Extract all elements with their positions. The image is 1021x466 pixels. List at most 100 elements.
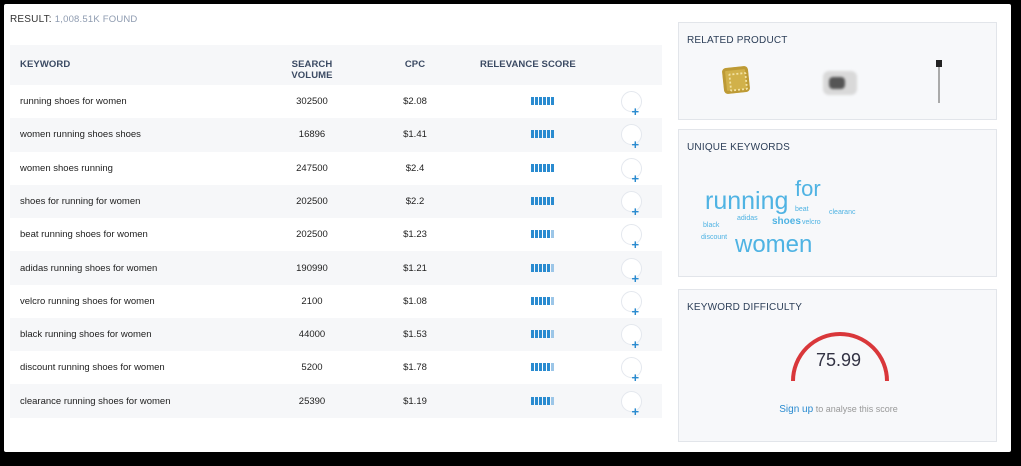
signup-link[interactable]: Sign up [779,404,813,415]
signup-prompt: Sign up to analyse this score [679,404,998,415]
mug-thumbnail[interactable] [823,71,857,95]
relevance-bar [535,296,538,305]
relevance-bar [547,363,550,372]
add-keyword-button[interactable]: + [621,290,642,319]
relevance-bar [531,230,534,239]
relevance-bar [531,130,534,139]
cell-search-volume: 2100 [301,295,323,307]
relevance-bar [539,330,542,339]
cell-keyword: shoes for running for women [20,195,141,207]
relevance-bar [531,263,534,272]
word-shoes: shoes [772,216,801,227]
add-keyword-button[interactable]: + [621,190,642,219]
relevance-bar [543,296,546,305]
relevance-bar [539,163,542,172]
relevance-bar [539,230,542,239]
keyword-difficulty-title: KEYWORD DIFFICULTY [687,302,803,313]
relevance-bar [551,263,554,272]
relevance-bar [547,97,550,105]
cell-keyword: black running shoes for women [20,329,152,341]
add-keyword-button[interactable]: + [621,390,642,419]
relevance-bar [551,196,554,205]
cell-cpc: $1.08 [403,295,427,307]
plus-icon: + [631,403,640,419]
cell-cpc: $2.4 [405,162,425,174]
cell-keyword: adidas running shoes for women [20,262,158,274]
add-keyword-button[interactable]: + [621,224,642,252]
relevance-bar [543,396,546,405]
cell-cpc: $2.2 [405,195,425,207]
add-keyword-button[interactable]: + [621,257,642,286]
relevance-bar [531,196,534,205]
cell-search-volume: 44000 [298,329,326,341]
cell-keyword: clearance running shoes for women [20,395,171,407]
table-row: clearance running shoes for women 25390 $1… [10,385,662,419]
cell-search-volume: 202500 [296,195,328,207]
relevance-bar [547,263,550,272]
relevance-bar [539,296,542,305]
relevance-bars [531,97,554,105]
relevance-bar [535,163,538,172]
word-adidas: adidas [737,215,758,222]
cell-cpc: $1.41 [403,129,427,141]
unique-keywords-title: UNIQUE KEYWORDS [687,142,791,153]
cell-search-volume: 190990 [296,262,328,274]
header-relevance-score: RELEVANCE SCORE [480,59,576,70]
relevance-bar [539,263,542,272]
relevance-bar [531,363,534,372]
relevance-bar [547,330,550,339]
relevance-bar [531,163,534,172]
word-beat: beat [795,206,809,213]
relevance-bar [531,396,534,405]
related-product-title: RELATED PRODUCT [687,35,788,46]
relevance-bar [551,163,554,172]
relevance-bar [535,263,538,272]
relevance-bar [547,296,550,305]
add-keyword-button[interactable]: + [621,91,642,119]
cell-search-volume: 16896 [298,129,326,141]
cell-cpc: $1.19 [403,395,427,407]
relevance-bars [531,130,554,139]
cell-keyword: velcro running shoes for women [20,295,155,307]
header-keyword: KEYWORD [20,59,71,70]
relevance-bar [531,97,534,105]
cell-cpc: $1.78 [403,362,427,374]
relevance-bar [535,196,538,205]
word-for: for [795,176,821,201]
relevance-bar [547,163,550,172]
table-row: discount running shoes for women 5200 $1.7… [10,351,662,385]
pillow-thumbnail[interactable] [721,65,751,95]
relevance-bar [539,130,542,139]
relevance-bar [543,263,546,272]
relevance-bars [531,263,554,272]
table-row: black running shoes for women 44000 $1.53 + [10,318,662,352]
relevance-bar [543,97,546,105]
cell-search-volume: 25390 [298,395,326,407]
table-row: running shoes for women 302500 $2.08 + [10,85,662,119]
add-keyword-button[interactable]: + [621,157,642,186]
cell-keyword: beat running shoes for women [20,229,148,241]
signup-text: to analyse this score [813,404,898,414]
stand-thumbnail[interactable] [933,60,945,104]
relevance-bar [539,363,542,372]
word-running: running [705,187,789,215]
difficulty-value: 75.99 [815,350,862,370]
add-keyword-button[interactable]: + [621,124,642,152]
header-cpc: CPC [404,59,426,70]
add-keyword-button[interactable]: + [621,357,642,385]
word-velcro: velcro [802,219,821,226]
cell-keyword: discount running shoes for women [20,362,165,374]
add-keyword-button[interactable]: + [621,324,642,352]
relevance-bar [551,296,554,305]
cell-keyword: running shoes for women [20,96,127,107]
relevance-bar [539,97,542,105]
relevance-bar [543,196,546,205]
relevance-bar [535,396,538,405]
table-row: velcro running shoes for women 2100 $1.08 + [10,284,662,319]
word-women: women [735,231,813,258]
relevance-bar [543,163,546,172]
table-row: beat running shoes for women 202500 $1.23 + [10,218,662,252]
relevance-bar [551,396,554,405]
cell-search-volume: 247500 [296,162,328,174]
relevance-bars [531,163,554,172]
